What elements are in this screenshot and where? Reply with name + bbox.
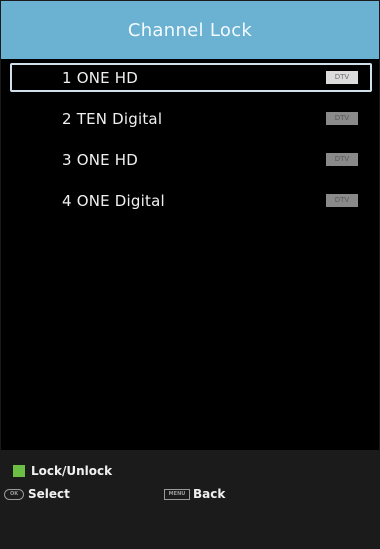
dtv-badge: DTV [326, 194, 358, 207]
dtv-badge: DTV [326, 112, 358, 125]
dtv-badge: DTV [326, 153, 358, 166]
page-title: Channel Lock [127, 19, 253, 41]
channel-row-3[interactable]: 3 ONE HD DTV [10, 145, 372, 174]
channel-label: 1 ONE HD [62, 68, 139, 87]
help-footer: Lock/Unlock OK Select MENU Back [1, 450, 379, 548]
menu-button-icon: MENU [164, 488, 190, 500]
lock-unlock-label: Lock/Unlock [31, 464, 113, 478]
ok-button-icon: OK [4, 488, 24, 500]
channel-row-2[interactable]: 2 TEN Digital DTV [10, 104, 372, 133]
channel-label: 3 ONE HD [62, 150, 139, 169]
title-bar: Channel Lock [1, 1, 379, 59]
back-label: Back [193, 487, 226, 501]
lock-unlock-hint: Lock/Unlock [13, 464, 112, 478]
dtv-badge: DTV [326, 71, 358, 84]
channel-label: 2 TEN Digital [62, 109, 163, 128]
channel-lock-screen: Channel Lock 1 ONE HD DTV 2 TEN Digital … [0, 0, 380, 549]
green-key-icon [13, 465, 25, 477]
channel-list: 1 ONE HD DTV 2 TEN Digital DTV 3 ONE HD … [10, 63, 372, 227]
channel-row-1[interactable]: 1 ONE HD DTV [10, 63, 372, 92]
channel-label: 4 ONE Digital [62, 191, 165, 210]
select-label: Select [28, 487, 70, 501]
back-hint: MENU Back [164, 487, 225, 501]
select-hint: OK Select [4, 487, 70, 501]
channel-row-4[interactable]: 4 ONE Digital DTV [10, 186, 372, 215]
